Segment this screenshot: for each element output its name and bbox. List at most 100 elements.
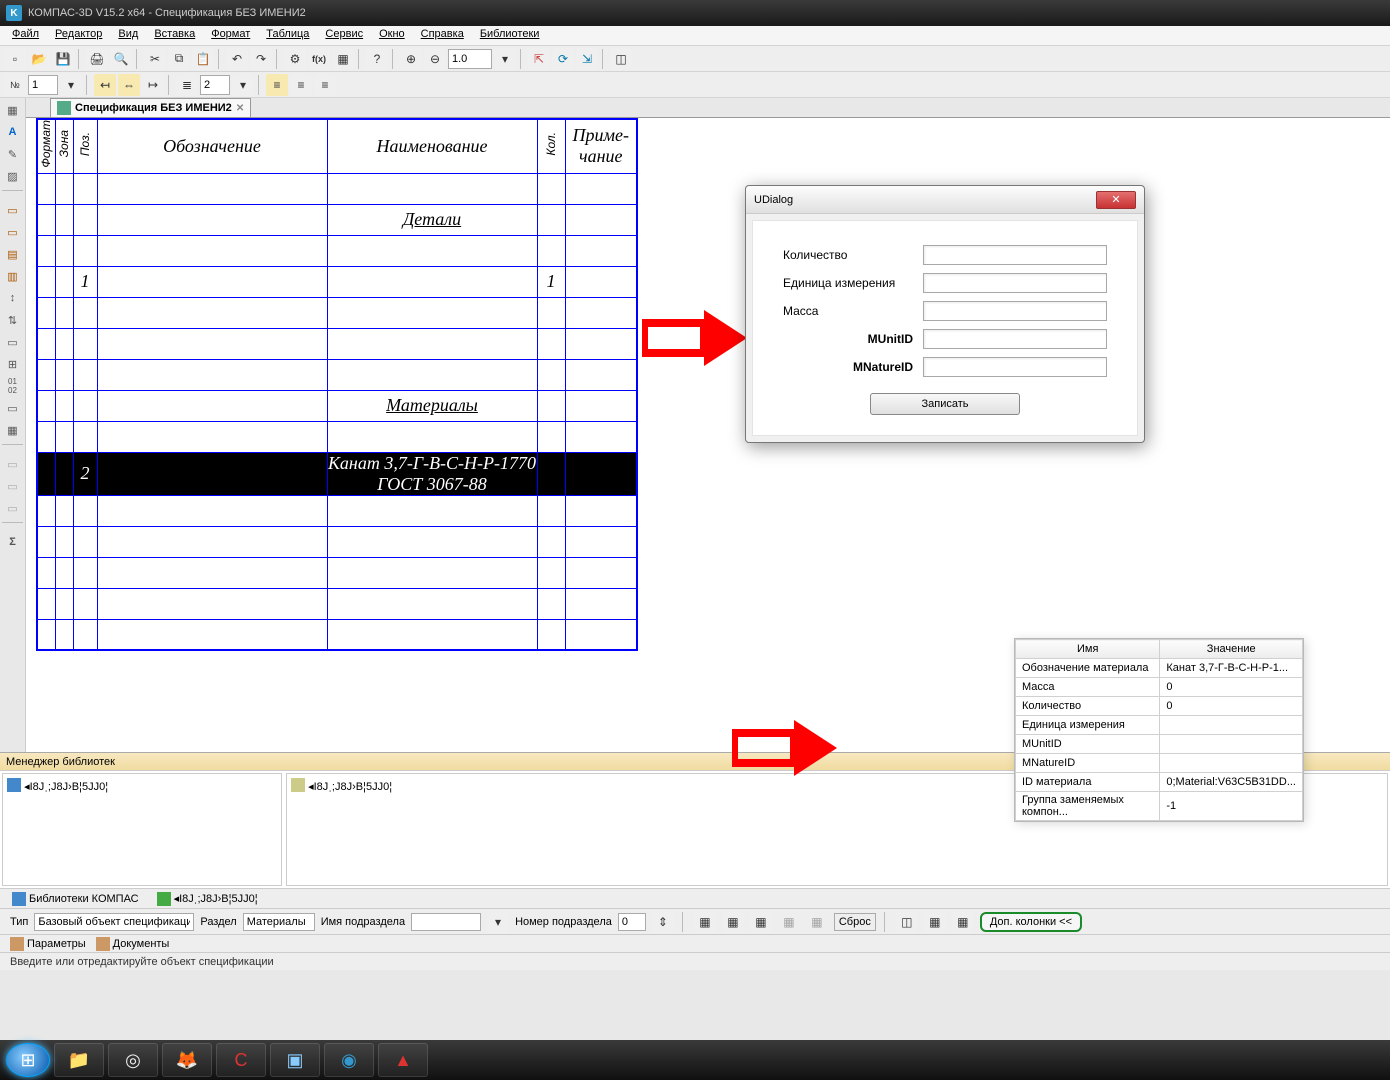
propgrid-row[interactable]: Обозначение материалаКанат 3,7-Г-В-С-Н-Р…	[1016, 659, 1303, 678]
table-row[interactable]	[37, 297, 637, 328]
lt-obj4-icon[interactable]: ▥	[3, 266, 23, 286]
write-button[interactable]: Записать	[870, 393, 1020, 415]
propgrid-row[interactable]: Группа заменяемых компон...-1	[1016, 792, 1303, 821]
menu-edit[interactable]: Редактор	[47, 26, 110, 45]
lt-obj1-icon[interactable]: ▭	[3, 200, 23, 220]
no-input[interactable]	[28, 75, 58, 95]
al-center-icon[interactable]: ⇔	[118, 74, 140, 96]
nomer-stepper-icon[interactable]: ⇕	[652, 911, 674, 933]
input-qty[interactable]	[923, 245, 1107, 265]
table-row[interactable]	[37, 235, 637, 266]
menu-service[interactable]: Сервис	[317, 26, 371, 45]
pb1-icon[interactable]: ▦	[694, 911, 716, 933]
para-left-icon[interactable]: ≡	[266, 74, 288, 96]
cut-icon[interactable]: ✂	[144, 48, 166, 70]
help-icon[interactable]: ?	[366, 48, 388, 70]
menu-window[interactable]: Окно	[371, 26, 413, 45]
no-drop-icon[interactable]: ▾	[60, 74, 82, 96]
step-input[interactable]	[200, 75, 230, 95]
lt-obj7-icon[interactable]: 0102	[3, 376, 23, 396]
taskbar-ccleaner-icon[interactable]: C	[216, 1043, 266, 1077]
lt-obj2-icon[interactable]: ▭	[3, 222, 23, 242]
libmgr-tree[interactable]: ◂І8Јˌ;Ј8Ј›В¦5ЈЈ0¦	[2, 773, 282, 886]
table-row[interactable]: Детали	[37, 204, 637, 235]
taskbar-pdf-icon[interactable]: ▲	[378, 1043, 428, 1077]
lt-hatch-icon[interactable]: ▨	[3, 166, 23, 186]
zoomin-icon[interactable]: ⊕	[400, 48, 422, 70]
propgrid-row[interactable]: MUnitID	[1016, 735, 1303, 754]
preview-icon[interactable]: 🔍	[110, 48, 132, 70]
input-mnat[interactable]	[923, 357, 1107, 377]
table-row[interactable]	[37, 526, 637, 557]
table-row[interactable]	[37, 588, 637, 619]
fx-icon[interactable]: f(x)	[308, 48, 330, 70]
taskbar-firefox-icon[interactable]: 🦊	[162, 1043, 212, 1077]
print-icon[interactable]: 🖨	[86, 48, 108, 70]
menu-file[interactable]: Файл	[4, 26, 47, 45]
tool-icon[interactable]: ⚙	[284, 48, 306, 70]
menu-table[interactable]: Таблица	[258, 26, 317, 45]
table-row[interactable]: 2Канат 3,7-Г-В-С-Н-Р-1770 ГОСТ 3067-88	[37, 452, 637, 495]
pb6-icon[interactable]: ◫	[896, 911, 918, 933]
step-drop-icon[interactable]: ▾	[232, 74, 254, 96]
pb2-icon[interactable]: ▦	[722, 911, 744, 933]
undo-icon[interactable]: ↶	[226, 48, 248, 70]
close-icon[interactable]: ✕	[1096, 191, 1136, 209]
al-right-icon[interactable]: ↦	[142, 74, 164, 96]
table-row[interactable]	[37, 359, 637, 390]
input-tip[interactable]	[34, 913, 194, 931]
spec-table[interactable]: Формат Зона Поз. Обозначение Наименовани…	[36, 118, 638, 651]
lt-obj8-icon[interactable]: ▭	[3, 398, 23, 418]
dop-kolonki-button[interactable]: Доп. колонки <<	[980, 912, 1082, 932]
lt-gray3-icon[interactable]: ▭	[3, 498, 23, 518]
table-row[interactable]	[37, 421, 637, 452]
pb5-icon[interactable]: ▦	[806, 911, 828, 933]
propgrid-row[interactable]: Количество0	[1016, 697, 1303, 716]
table-row[interactable]: Материалы	[37, 390, 637, 421]
imya-drop-icon[interactable]: ▾	[487, 911, 509, 933]
libmgr-item-r[interactable]: ◂І8Јˌ;Ј8Ј›В¦5ЈЈ0¦	[308, 781, 392, 793]
lt-obj5-icon[interactable]: ▭	[3, 332, 23, 352]
nav3-icon[interactable]: ⇲	[576, 48, 598, 70]
pb8-icon[interactable]: ▦	[952, 911, 974, 933]
para-center-icon[interactable]: ≡	[290, 74, 312, 96]
input-razdel[interactable]	[243, 913, 315, 931]
udialog-titlebar[interactable]: UDialog ✕	[746, 186, 1144, 214]
table-row[interactable]	[37, 619, 637, 650]
libmgr-tab-kompas[interactable]: Библиотеки КОМПАС	[6, 891, 145, 907]
open-icon[interactable]: 📂	[28, 48, 50, 70]
lt-spec-icon[interactable]: ▦	[3, 100, 23, 120]
zoom-input[interactable]	[448, 49, 492, 69]
menu-format[interactable]: Формат	[203, 26, 258, 45]
menu-help[interactable]: Справка	[413, 26, 472, 45]
grid-icon[interactable]: ▦	[332, 48, 354, 70]
pb4-icon[interactable]: ▦	[778, 911, 800, 933]
new-icon[interactable]: ▫	[4, 48, 26, 70]
libmgr-item[interactable]: ◂І8Јˌ;Ј8Ј›В¦5ЈЈ0¦	[24, 781, 108, 793]
nav1-icon[interactable]: ⇱	[528, 48, 550, 70]
lt-arrow-icon[interactable]: ↕	[3, 288, 23, 308]
propgrid-row[interactable]: Единица измерения	[1016, 716, 1303, 735]
start-button[interactable]: ⊞	[6, 1043, 50, 1077]
menu-view[interactable]: Вид	[110, 26, 146, 45]
sbros-button[interactable]: Сброс	[834, 913, 876, 931]
copy-icon[interactable]: ⧉	[168, 48, 190, 70]
tab-docs[interactable]: Документы	[96, 937, 170, 951]
lt-obj9-icon[interactable]: ▦	[3, 420, 23, 440]
lt-text-icon[interactable]: A	[3, 122, 23, 142]
lt-obj3-icon[interactable]: ▤	[3, 244, 23, 264]
propgrid-row[interactable]: Масса0	[1016, 678, 1303, 697]
lt-gray1-icon[interactable]: ▭	[3, 454, 23, 474]
lt-arrow2-icon[interactable]: ⇅	[3, 310, 23, 330]
zoomout-icon[interactable]: ⊖	[424, 48, 446, 70]
taskbar-app-icon[interactable]: ▣	[270, 1043, 320, 1077]
list-icon[interactable]: ≣	[176, 74, 198, 96]
tab-params[interactable]: Параметры	[10, 937, 86, 951]
close-icon[interactable]: ✕	[236, 103, 244, 114]
lt-gray2-icon[interactable]: ▭	[3, 476, 23, 496]
nav2-icon[interactable]: ⟳	[552, 48, 574, 70]
paste-icon[interactable]: 📋	[192, 48, 214, 70]
propgrid-row[interactable]: ID материала0;Material:V63C5B31DD...	[1016, 773, 1303, 792]
al-left-icon[interactable]: ↤	[94, 74, 116, 96]
redo-icon[interactable]: ↷	[250, 48, 272, 70]
